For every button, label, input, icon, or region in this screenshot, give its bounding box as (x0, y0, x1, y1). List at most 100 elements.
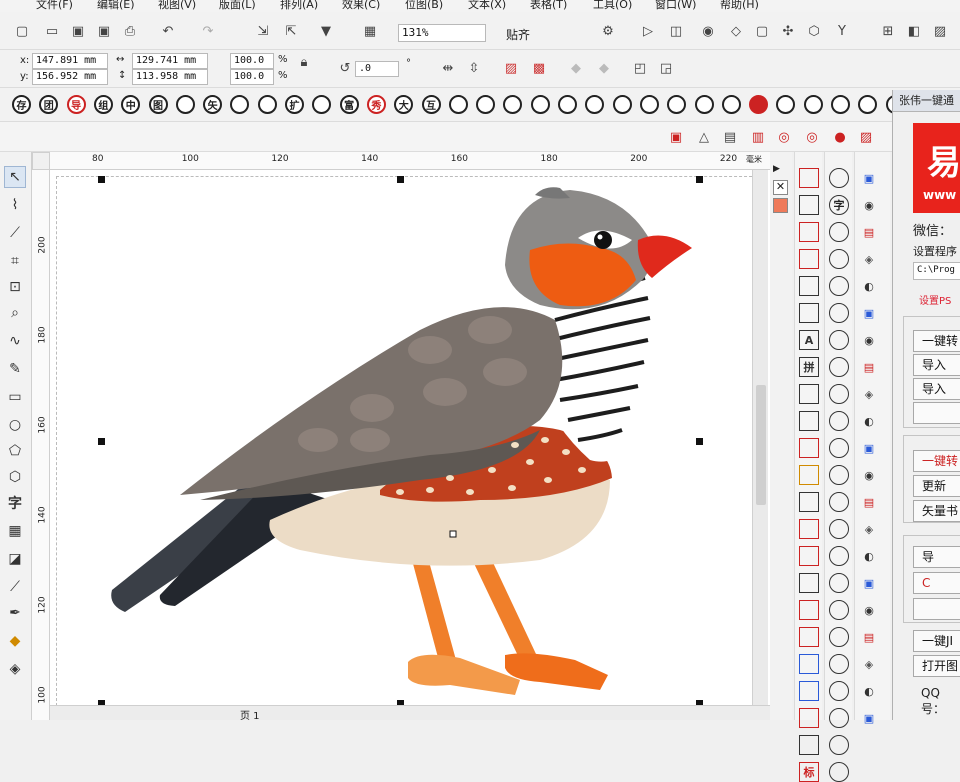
scroll-thumb[interactable] (756, 385, 766, 505)
macro-button-1[interactable]: 存 (12, 95, 31, 114)
macro-button-11[interactable]: 扩 (285, 95, 304, 114)
macro-button-31[interactable] (831, 95, 850, 114)
tool-icon-11[interactable]: ▨ (932, 23, 948, 39)
plugin-icon-c12[interactable]: ◉ (859, 465, 879, 485)
plugin-button-a23[interactable]: 标 (799, 762, 819, 782)
empty-button-1[interactable] (913, 402, 960, 424)
handle-middle-right[interactable] (696, 438, 703, 445)
smear-tool-icon[interactable]: ⟋ (4, 222, 26, 244)
macro-button-32[interactable] (858, 95, 878, 114)
macro-icon-b[interactable]: △ (696, 129, 712, 145)
plugin-button-b2[interactable]: 字 (829, 195, 849, 215)
import-button-1[interactable]: 导入 (913, 354, 960, 376)
plugin-button-b16[interactable] (829, 573, 849, 593)
plugin-button-a14[interactable] (799, 519, 819, 539)
macro-icon-d[interactable]: ▥ (750, 129, 766, 145)
plugin-icon-c20[interactable]: ◐ (859, 681, 879, 701)
combine-icon[interactable]: ◆ (568, 60, 584, 76)
plugin-button-a3[interactable] (799, 222, 819, 242)
save-icon[interactable]: ▣ (70, 23, 86, 39)
zoom-tool-icon[interactable]: ⌕ (4, 302, 26, 324)
bird-illustration[interactable] (50, 170, 770, 705)
tool-icon-9[interactable]: ⊞ (880, 23, 896, 39)
mirror-vertical-icon[interactable]: ⇳ (466, 60, 482, 76)
blend-tool-icon[interactable]: ◪ (4, 548, 26, 570)
swatch-orange[interactable] (773, 198, 788, 213)
eyedropper-icon[interactable]: ⟋ (4, 576, 26, 598)
macro-button-3[interactable]: 导 (66, 95, 86, 114)
shape-tool-icon[interactable]: ⌇ (4, 194, 26, 216)
plugin-button-a13[interactable] (799, 492, 819, 512)
macro-button-20[interactable] (530, 95, 550, 114)
macro-button-30[interactable] (803, 95, 823, 114)
plugin-icon-c4[interactable]: ◈ (859, 249, 879, 269)
option-button-c[interactable]: C (913, 572, 960, 594)
plugin-button-a9[interactable] (799, 384, 819, 404)
plugin-button-a6[interactable] (799, 303, 819, 323)
handle-middle-left[interactable] (98, 438, 105, 445)
plugin-button-b6[interactable] (829, 303, 849, 323)
menu-help[interactable]: 帮助(H) (720, 0, 759, 12)
plugin-icon-c16[interactable]: ▣ (859, 573, 879, 593)
pick-tool-icon[interactable]: ↖ (4, 166, 26, 188)
menu-effects[interactable]: 效果(C) (342, 0, 380, 12)
menu-layout[interactable]: 版面(L) (219, 0, 256, 12)
plugin-button-a17[interactable] (799, 600, 819, 620)
import-button-2[interactable]: 导入 (913, 378, 960, 400)
macro-icon-f[interactable]: ◎ (804, 129, 820, 145)
freehand-tool-icon[interactable]: ∿ (4, 330, 26, 352)
macro-button-14[interactable]: 秀 (366, 95, 386, 114)
handle-top-right[interactable] (696, 176, 703, 183)
mirror-horizontal-icon[interactable]: ⇹ (440, 60, 456, 76)
plugin-icon-c10[interactable]: ◐ (859, 411, 879, 431)
plugin-button-b1[interactable] (829, 168, 849, 188)
macro-button-23[interactable] (612, 95, 632, 114)
macro-button-25[interactable] (667, 95, 687, 114)
macro-icon-h[interactable]: ▨ (858, 129, 874, 145)
x-position-field[interactable]: 147.891 mm (32, 53, 108, 69)
plugin-button-a1[interactable] (799, 168, 819, 188)
macro-icon-c[interactable]: ▤ (722, 129, 738, 145)
plugin-button-b20[interactable] (829, 681, 849, 701)
plugin-button-b8[interactable] (829, 357, 849, 377)
ellipse-tool-icon[interactable]: ○ (4, 414, 26, 436)
plugin-button-a8[interactable]: 拼 (799, 357, 819, 377)
update-button[interactable]: 更新 (913, 475, 960, 497)
macro-button-18[interactable] (476, 95, 496, 114)
menu-tools[interactable]: 工具(O) (593, 0, 632, 12)
plugin-button-b17[interactable] (829, 600, 849, 620)
plugin-icon-c8[interactable]: ▤ (859, 357, 879, 377)
to-front-icon[interactable]: ◰ (632, 60, 648, 76)
plugin-button-a19[interactable] (799, 654, 819, 674)
group-icon[interactable]: ▩ (531, 60, 547, 76)
plugin-button-b15[interactable] (829, 546, 849, 566)
plugin-icon-c7[interactable]: ◉ (859, 330, 879, 350)
tool-icon-4[interactable]: ◇ (728, 23, 744, 39)
tool-icon-6[interactable]: ✣ (780, 23, 796, 39)
macro-button-6[interactable]: 图 (148, 95, 168, 114)
plugin-button-b11[interactable] (829, 438, 849, 458)
scale-width-field[interactable]: 100.0 (230, 53, 274, 69)
tool-icon-3[interactable]: ◉ (700, 23, 716, 39)
handle-top-center[interactable] (397, 176, 404, 183)
install-path-field[interactable]: C:\Prog (913, 262, 960, 280)
plugin-button-a16[interactable] (799, 573, 819, 593)
app-launcher-icon[interactable]: ▦ (362, 23, 378, 39)
macro-button-24[interactable] (639, 95, 659, 114)
plugin-button-b7[interactable] (829, 330, 849, 350)
snap-to-dropdown[interactable]: 贴齐 (506, 26, 530, 43)
no-color-swatch[interactable]: ✕ (773, 180, 788, 195)
vertical-scrollbar[interactable] (752, 170, 768, 705)
text-tool-icon[interactable]: 字 (4, 492, 26, 514)
tool-icon-2[interactable]: ◫ (668, 23, 684, 39)
empty-button-2[interactable] (913, 598, 960, 620)
plugin-button-b14[interactable] (829, 519, 849, 539)
print-icon[interactable]: ⎙ (122, 23, 138, 39)
ruler-origin[interactable] (32, 152, 50, 170)
rectangle-tool-icon[interactable]: ▭ (4, 386, 26, 408)
plugin-button-b3[interactable] (829, 222, 849, 242)
smart-fill-icon[interactable]: ✎ (4, 358, 26, 380)
new-document-icon[interactable]: ▢ (14, 23, 30, 39)
plugin-button-a18[interactable] (799, 627, 819, 647)
menu-arrange[interactable]: 排列(A) (280, 0, 318, 12)
